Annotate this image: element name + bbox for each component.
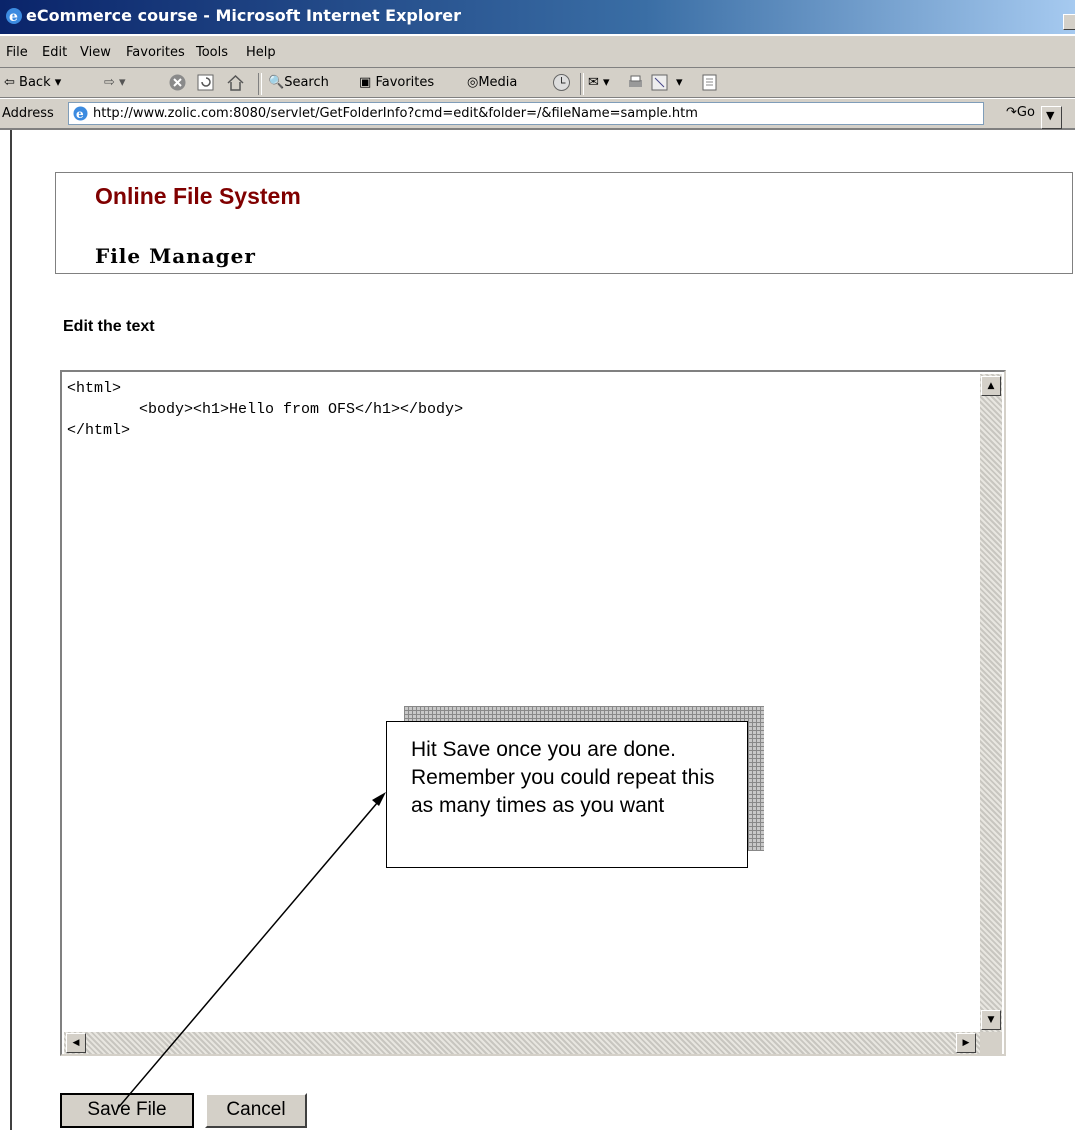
horizontal-scrollbar[interactable]: ◀ ▶ xyxy=(64,1032,980,1054)
svg-text:e: e xyxy=(76,107,84,121)
home-icon[interactable] xyxy=(226,73,245,92)
menu-file[interactable]: File xyxy=(6,45,28,60)
media-icon: ◎ xyxy=(467,75,479,90)
go-arrow-icon: ↷ xyxy=(1006,105,1017,120)
refresh-icon[interactable] xyxy=(196,73,215,92)
address-dropdown-button[interactable]: ▼ xyxy=(1041,106,1062,129)
address-url: http://www.zolic.com:8080/servlet/GetFol… xyxy=(93,106,698,121)
discuss-icon[interactable] xyxy=(700,73,719,92)
ie-logo-icon: e xyxy=(6,8,22,25)
window-titlebar: e eCommerce course - Microsoft Internet … xyxy=(0,0,1075,34)
search-button[interactable]: 🔍Search xyxy=(268,75,329,90)
search-icon: 🔍 xyxy=(268,75,285,90)
menu-favorites[interactable]: Favorites xyxy=(126,45,185,60)
file-content-text: <html> <body><h1>Hello from OFS</h1></bo… xyxy=(67,380,464,439)
toolbar: ⇦ Back ▾ ⇨ ▾ 🔍Search ▣ Favorites ◎Media … xyxy=(0,68,1075,98)
forward-arrow-icon: ⇨ xyxy=(104,75,115,90)
save-file-button[interactable]: Save File xyxy=(60,1093,194,1128)
scroll-down-button[interactable]: ▼ xyxy=(981,1010,1001,1030)
menu-view[interactable]: View xyxy=(80,45,111,60)
back-button[interactable]: ⇦ Back ▾ xyxy=(4,75,61,90)
scroll-right-button[interactable]: ▶ xyxy=(956,1033,976,1053)
arrow-down-icon: ▼ xyxy=(987,1015,995,1025)
address-label: Address xyxy=(2,106,54,121)
callout-box: Hit Save once you are done. Remember you… xyxy=(386,721,748,868)
print-icon[interactable] xyxy=(626,73,645,92)
scroll-left-button[interactable]: ◀ xyxy=(66,1033,86,1053)
menu-edit[interactable]: Edit xyxy=(42,45,67,60)
chevron-down-icon: ▼ xyxy=(1046,109,1055,122)
vertical-scrollbar[interactable]: ▲ ▼ xyxy=(980,374,1002,1034)
back-arrow-icon: ⇦ xyxy=(4,75,15,90)
stop-icon[interactable] xyxy=(168,73,187,92)
history-icon[interactable] xyxy=(552,73,571,92)
mail-icon: ✉ xyxy=(588,75,599,90)
toolbar-separator xyxy=(258,73,262,95)
callout-text: Hit Save once you are done. Remember you… xyxy=(411,738,715,817)
address-input[interactable]: e http://www.zolic.com:8080/servlet/GetF… xyxy=(68,102,1062,129)
scrollbar-corner xyxy=(980,1032,1002,1054)
menu-tools[interactable]: Tools xyxy=(196,45,228,60)
minimize-button[interactable] xyxy=(1063,14,1075,30)
address-bar: Address e http://www.zolic.com:8080/serv… xyxy=(0,99,1075,130)
menu-bar: File Edit View Favorites Tools Help xyxy=(0,36,1075,68)
edit-label: Edit the text xyxy=(63,318,155,335)
page-icon: e xyxy=(73,106,88,121)
go-button[interactable]: ↷Go xyxy=(1006,105,1035,120)
svg-text:e: e xyxy=(9,9,18,25)
favorites-button[interactable]: ▣ Favorites xyxy=(359,75,434,90)
media-button[interactable]: ◎Media xyxy=(467,75,517,90)
site-title: Online File System xyxy=(95,183,301,209)
arrow-left-icon: ◀ xyxy=(72,1038,80,1048)
edit-icon[interactable] xyxy=(650,73,669,92)
menu-help[interactable]: Help xyxy=(246,45,276,60)
section-title: File Manager xyxy=(95,244,256,268)
cancel-button[interactable]: Cancel xyxy=(205,1093,307,1128)
arrow-up-icon: ▲ xyxy=(987,381,995,391)
forward-button[interactable]: ⇨ ▾ xyxy=(104,75,126,90)
window-title: eCommerce course - Microsoft Internet Ex… xyxy=(26,6,461,25)
edit-dropdown[interactable]: ▾ xyxy=(676,75,683,90)
left-frame-border xyxy=(0,130,12,1130)
favorites-icon: ▣ xyxy=(359,75,372,90)
toolbar-separator xyxy=(580,73,584,95)
arrow-right-icon: ▶ xyxy=(962,1038,970,1048)
mail-button[interactable]: ✉ ▾ xyxy=(588,75,610,90)
scroll-up-button[interactable]: ▲ xyxy=(981,376,1001,396)
